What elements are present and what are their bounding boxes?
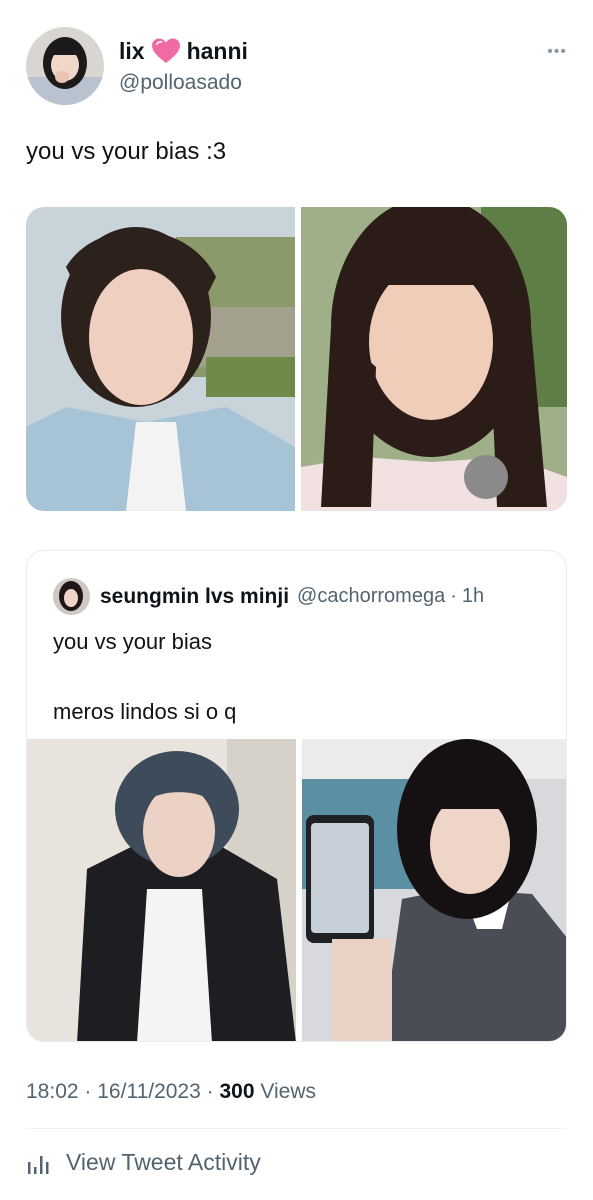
author-avatar[interactable] [26,27,104,105]
quoted-photo-1[interactable] [27,739,296,1041]
author-avatar-image [26,27,104,105]
quoted-timestamp: 1h [461,585,485,607]
views-count: 300 [219,1080,255,1103]
views-label: Views [260,1080,317,1103]
tweet-meta: 18:02 · 16/11/2023 · 300 Views [26,1078,316,1106]
meta-separator-1: · [84,1080,92,1103]
quoted-author-handle: @cachorromega [297,585,446,607]
author-handle[interactable]: @polloasado [119,70,242,96]
tweet-date[interactable]: 16/11/2023 [97,1080,201,1103]
quoted-author-avatar [53,578,90,615]
quoted-separator: · [450,585,457,607]
meta-separator-2: · [206,1080,214,1103]
tweet-photo-1[interactable] [26,207,295,511]
quoted-tweet-header: seungmin lvs minji @cachorromega · 1h [53,578,484,615]
quoted-photo-2[interactable] [302,739,566,1041]
quoted-text-line-2: meros lindos si o q [53,699,237,724]
analytics-bar-icon [28,1155,49,1174]
tweet-media-grid [26,207,567,511]
quoted-text-line-1: you vs your bias [53,629,212,654]
tweet-photo-2[interactable] [301,207,567,511]
quoted-author-name: seungmin lvs minji [100,584,290,608]
tweet-time[interactable]: 18:02 [26,1080,79,1103]
author-name[interactable]: lix hanni [119,37,248,65]
divider [26,1128,567,1129]
quoted-media-grid [27,739,566,1041]
pink-heart-icon [151,37,181,65]
author-name-right: hanni [186,38,248,64]
view-tweet-activity-button[interactable]: View Tweet Activity [26,1149,261,1176]
more-options-icon[interactable]: ••• [547,43,567,61]
view-tweet-activity-label: View Tweet Activity [66,1149,261,1175]
tweet-text: you vs your bias :3 [26,138,227,165]
tweet-header: lix hanni @polloasado ••• [26,27,571,105]
quoted-tweet[interactable]: seungmin lvs minji @cachorromega · 1h yo… [26,550,567,1042]
author-name-left: lix [119,38,145,64]
